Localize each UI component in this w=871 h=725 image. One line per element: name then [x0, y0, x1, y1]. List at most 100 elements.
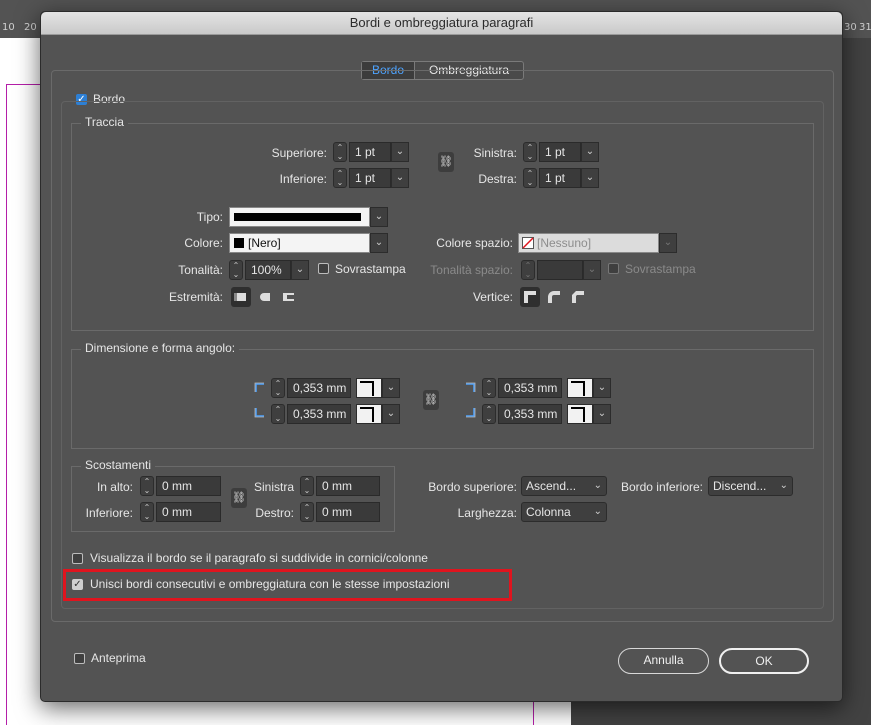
- overprint-checkbox[interactable]: [318, 263, 329, 274]
- gap-tint-label: Tonalità spazio:: [430, 263, 513, 277]
- offset-top-field[interactable]: 0 mm: [156, 476, 221, 496]
- bottom-left-corner-stepper[interactable]: ⌃ ⌄: [271, 404, 285, 424]
- top-right-shape-swatch[interactable]: [567, 378, 593, 398]
- gap-tint-stepper[interactable]: ⌃ ⌄: [521, 260, 535, 280]
- ruler-number: 20: [24, 22, 37, 33]
- top-weight-field[interactable]: 1 pt: [349, 142, 391, 162]
- ok-button[interactable]: OK: [719, 648, 809, 674]
- offset-bottom-field[interactable]: 0 mm: [156, 502, 221, 522]
- gap-tint-dropdown[interactable]: ⌄: [583, 260, 601, 280]
- top-weight-dropdown[interactable]: ⌄: [391, 142, 409, 162]
- bottom-left-shape-swatch[interactable]: [356, 404, 382, 424]
- gap-overprint-checkbox[interactable]: [608, 263, 619, 274]
- gap-overprint-label: Sovrastampa: [625, 262, 696, 276]
- border-top-select[interactable]: Ascend... ⌄: [521, 476, 607, 496]
- offset-left-stepper[interactable]: ⌃ ⌄: [300, 476, 314, 496]
- offsets-group-label: Scostamenti: [81, 458, 156, 472]
- split-border-label: Visualizza il bordo se il paragrafo si s…: [90, 551, 428, 565]
- link-corners-icon[interactable]: ⛓: [423, 390, 439, 410]
- right-weight-label: Destra:: [478, 172, 517, 186]
- top-left-corner-field[interactable]: 0,353 mm: [287, 378, 351, 398]
- projecting-cap-icon[interactable]: [279, 287, 299, 307]
- tint-stepper[interactable]: ⌃ ⌄: [229, 260, 243, 280]
- top-right-corner-icon: [466, 382, 476, 392]
- preview-label: Anteprima: [91, 651, 146, 665]
- gap-color-field[interactable]: [Nessuno]: [518, 233, 659, 253]
- bottom-left-corner-field[interactable]: 0,353 mm: [287, 404, 351, 424]
- border-bottom-label: Bordo inferiore:: [620, 480, 703, 494]
- top-weight-stepper[interactable]: ⌃ ⌄: [333, 142, 347, 162]
- traccia-group-label: Traccia: [81, 115, 128, 129]
- bottom-left-shape-dropdown[interactable]: ⌄: [382, 404, 400, 424]
- offset-bottom-stepper[interactable]: ⌃ ⌄: [140, 502, 154, 522]
- bottom-weight-field[interactable]: 1 pt: [349, 168, 391, 188]
- top-left-shape-dropdown[interactable]: ⌄: [382, 378, 400, 398]
- offset-left-field[interactable]: 0 mm: [316, 476, 380, 496]
- margin-guide: [6, 84, 7, 725]
- top-right-shape-dropdown[interactable]: ⌄: [593, 378, 611, 398]
- round-join-icon[interactable]: [544, 287, 564, 307]
- bottom-right-shape-swatch[interactable]: [567, 404, 593, 424]
- corner-group-label: Dimensione e forma angolo:: [81, 341, 240, 355]
- bottom-weight-dropdown[interactable]: ⌄: [391, 168, 409, 188]
- border-bottom-value: Discend...: [713, 479, 767, 493]
- top-right-corner-field[interactable]: 0,353 mm: [498, 378, 562, 398]
- color-dropdown[interactable]: ⌄: [370, 233, 388, 253]
- type-field[interactable]: [229, 207, 370, 227]
- border-bottom-select[interactable]: Discend... ⌄: [708, 476, 793, 496]
- width-value: Colonna: [526, 505, 571, 519]
- corner-group: [71, 349, 814, 449]
- dialog-title: Bordi e ombreggiatura paragrafi: [41, 12, 842, 35]
- tint-field[interactable]: 100%: [245, 260, 291, 280]
- width-label: Larghezza:: [457, 506, 517, 520]
- join-label: Vertice:: [472, 290, 513, 304]
- paragraph-borders-dialog: Bordi e ombreggiatura paragrafi Bordo Om…: [40, 11, 843, 702]
- type-dropdown[interactable]: ⌄: [370, 207, 388, 227]
- cancel-button[interactable]: Annulla: [618, 648, 709, 674]
- ruler-number: 30: [844, 22, 857, 33]
- left-weight-stepper[interactable]: ⌃ ⌄: [523, 142, 537, 162]
- ruler-number: 10: [2, 22, 15, 33]
- border-top-value: Ascend...: [526, 479, 577, 493]
- top-left-corner-stepper[interactable]: ⌃ ⌄: [271, 378, 285, 398]
- butt-cap-icon[interactable]: [231, 287, 251, 307]
- round-cap-icon[interactable]: [255, 287, 275, 307]
- top-right-corner-stepper[interactable]: ⌃ ⌄: [482, 378, 496, 398]
- left-weight-label: Sinistra:: [473, 146, 517, 160]
- right-weight-stepper[interactable]: ⌃ ⌄: [523, 168, 537, 188]
- tint-dropdown[interactable]: ⌄: [291, 260, 309, 280]
- overprint-label: Sovrastampa: [335, 262, 406, 276]
- right-weight-dropdown[interactable]: ⌄: [581, 168, 599, 188]
- offset-left-label: Sinistra: [253, 480, 294, 494]
- offset-top-label: In alto:: [96, 480, 133, 494]
- offset-right-stepper[interactable]: ⌃ ⌄: [300, 502, 314, 522]
- gap-color-label: Colore spazio:: [436, 236, 513, 250]
- bottom-right-corner-stepper[interactable]: ⌃ ⌄: [482, 404, 496, 424]
- color-field[interactable]: [Nero]: [229, 233, 370, 253]
- left-weight-dropdown[interactable]: ⌄: [581, 142, 599, 162]
- caps-label: Estremità:: [168, 290, 223, 304]
- bottom-weight-stepper[interactable]: ⌃ ⌄: [333, 168, 347, 188]
- bevel-join-icon[interactable]: [568, 287, 588, 307]
- top-left-shape-swatch[interactable]: [356, 378, 382, 398]
- preview-checkbox[interactable]: [74, 653, 85, 664]
- bottom-right-shape-dropdown[interactable]: ⌄: [593, 404, 611, 424]
- left-weight-field[interactable]: 1 pt: [539, 142, 581, 162]
- tint-label: Tonalità:: [178, 263, 223, 277]
- gap-color-dropdown[interactable]: ⌄: [659, 233, 677, 253]
- offset-right-field[interactable]: 0 mm: [316, 502, 380, 522]
- bottom-right-corner-icon: [466, 408, 476, 418]
- bottom-left-corner-icon: [254, 408, 264, 418]
- split-border-checkbox[interactable]: [72, 553, 83, 564]
- chevron-down-icon: ⌄: [593, 480, 602, 491]
- ruler-number: 31: [859, 22, 871, 33]
- top-left-corner-icon: [254, 382, 264, 392]
- chevron-down-icon: ⌄: [593, 506, 602, 517]
- offset-top-stepper[interactable]: ⌃ ⌄: [140, 476, 154, 496]
- bottom-right-corner-field[interactable]: 0,353 mm: [498, 404, 562, 424]
- width-select[interactable]: Colonna ⌄: [521, 502, 607, 522]
- border-top-label: Bordo superiore:: [428, 480, 517, 494]
- gap-tint-field[interactable]: [537, 260, 583, 280]
- miter-join-icon[interactable]: [520, 287, 540, 307]
- right-weight-field[interactable]: 1 pt: [539, 168, 581, 188]
